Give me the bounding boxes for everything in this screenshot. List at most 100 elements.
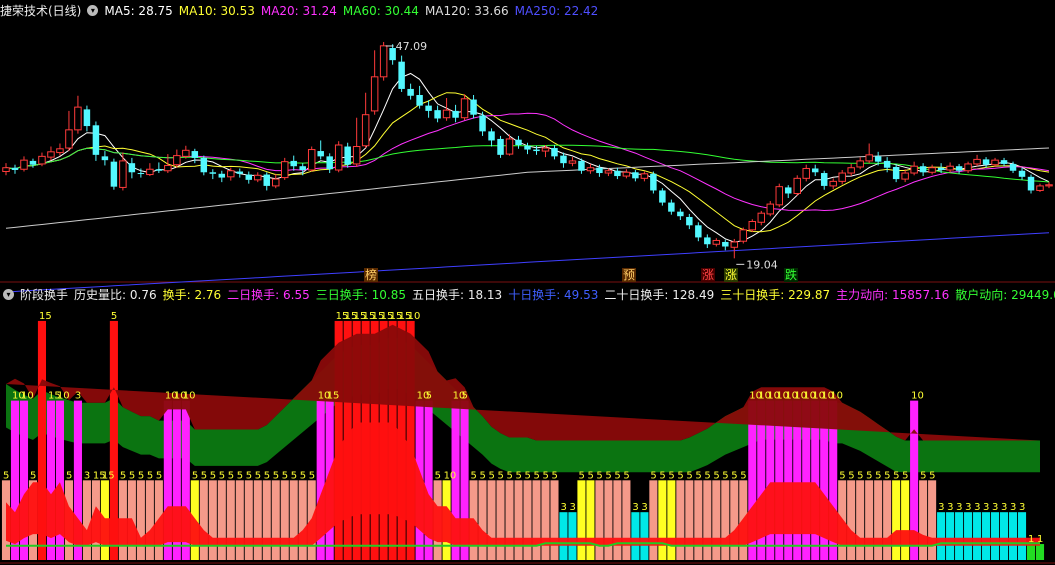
turnover-bar-label: 1 [1028, 534, 1034, 545]
chevron-down-icon[interactable]: ▾ [87, 5, 99, 16]
turnover-bar [955, 512, 964, 560]
turnover-legend-item-8: 三十日换手: 229.87 [720, 288, 831, 302]
candle-body [596, 167, 603, 174]
turnover-bar [505, 480, 514, 560]
signal-mark-0: 榜 [364, 268, 379, 282]
turnover-bar-label: 5 [129, 470, 135, 481]
turnover-bar [1008, 512, 1018, 560]
turnover-bar-label: 5 [138, 470, 144, 481]
candle [334, 141, 343, 173]
stock-title: 捷荣技术(日线) [0, 4, 82, 18]
candle-body [865, 154, 873, 162]
turnover-bar-label: 5 [66, 470, 72, 481]
candle-body [379, 45, 388, 78]
turnover-bar-label: 5 [713, 470, 719, 481]
turnover-bar-label: 5 [120, 470, 126, 481]
stock-chart-canvas[interactable]: 47.0919.04 510105151510533 151555 5 5 5 51010… [0, 0, 1055, 565]
candle [766, 201, 775, 217]
candle [407, 83, 414, 100]
turnover-bar [991, 512, 1000, 560]
turnover-bar [226, 480, 235, 560]
turnover-bar-label: 5 [857, 470, 863, 481]
candle-body [1000, 160, 1008, 164]
candle-body [955, 166, 963, 171]
candle [488, 128, 495, 147]
turnover-bar-label: 3 [75, 391, 81, 402]
turnover-bar-label: 15 [102, 470, 115, 481]
candle-body [299, 166, 306, 170]
candle [811, 164, 819, 177]
candle-body [533, 149, 540, 152]
turnover-bar-label: 5 [291, 470, 297, 481]
turnover-bar-label: 5 [839, 470, 845, 481]
turnover-bar-label: 5 [480, 470, 486, 481]
low-price-label: 19.04 [746, 258, 778, 271]
candle-body [200, 157, 208, 173]
candle-body [883, 160, 891, 168]
turnover-legend-item-10: 散户动向: 29449.01 [955, 288, 1055, 302]
turnover-legend: 阶段换手 历史量比: 0.76 换手: 2.76 二日换手: 6.55 三日换手: 10… [20, 288, 1055, 302]
turnover-bar [145, 480, 154, 560]
turnover-bar [964, 512, 973, 560]
turnover-bar [217, 480, 226, 560]
turnover-bar-label: 5 [875, 470, 881, 481]
turnover-bar-label: 3 [974, 502, 980, 513]
turnover-bar [694, 480, 703, 560]
turnover-bar [208, 480, 217, 560]
candle-body [398, 61, 405, 89]
chevron-down-icon[interactable]: ▾ [3, 289, 14, 300]
candle-body [2, 167, 10, 173]
turnover-bar-label: 5 [246, 470, 252, 481]
candlestick-series[interactable] [2, 41, 1053, 259]
turnover-bar [928, 480, 937, 560]
turnover-bar-label: 5 [426, 391, 432, 402]
turnover-bar [1035, 544, 1045, 560]
turnover-bar-label: 3 [1001, 502, 1007, 513]
candle [497, 135, 504, 158]
candle [712, 238, 721, 247]
candle [290, 155, 297, 171]
main-panel-header: 捷荣技术(日线) ▾ MA5: 28.75 MA10: 30.53 MA20: 31.2… [0, 1, 1055, 21]
candle [1045, 182, 1053, 189]
candle-body [668, 202, 675, 212]
turnover-bar [298, 480, 307, 560]
candle [173, 149, 181, 168]
candle-body [488, 131, 495, 141]
turnover-bar [937, 512, 946, 560]
candle [1027, 174, 1035, 194]
candle-body [748, 221, 757, 231]
candle [578, 158, 585, 174]
turnover-bar [262, 480, 271, 560]
candle [785, 185, 792, 199]
candle-body [622, 171, 631, 177]
candle [379, 41, 388, 81]
turnover-bar-label: 5 [219, 470, 225, 481]
candle-body [146, 168, 154, 176]
candle-body [1018, 170, 1026, 177]
turnover-bar [883, 480, 892, 560]
ma-legend-item-5: MA250: 22.42 [514, 4, 599, 18]
candle-body [56, 148, 64, 154]
candle [515, 135, 522, 149]
price-annotations: 47.09 19.04 [385, 40, 778, 271]
turnover-bar [658, 480, 667, 560]
sub-panel-header: ▾ 阶段换手 历史量比: 0.76 换手: 2.76 二日换手: 6.55 三日换手: 1… [0, 285, 1055, 305]
candle-body [38, 155, 46, 165]
turnover-bar-label: 3 [569, 502, 575, 513]
turnover-bar [244, 480, 253, 560]
candle [722, 239, 729, 251]
ma-legend-item-3: MA60: 30.44 [342, 4, 419, 18]
candle [919, 163, 927, 177]
candle-body [695, 225, 702, 238]
turnover-bar [622, 480, 631, 560]
turnover-bar-label: 3 [84, 470, 90, 481]
candle [146, 163, 154, 177]
candle-body [20, 159, 28, 170]
candle-body [730, 241, 739, 248]
ma-legend-item-1: MA10: 30.53 [178, 4, 255, 18]
turnover-bar [136, 480, 145, 560]
turnover-bar [676, 480, 685, 560]
turnover-bar-label: 5 [722, 470, 728, 481]
candle [74, 95, 82, 134]
turnover-bar-label: 5 [30, 470, 36, 481]
